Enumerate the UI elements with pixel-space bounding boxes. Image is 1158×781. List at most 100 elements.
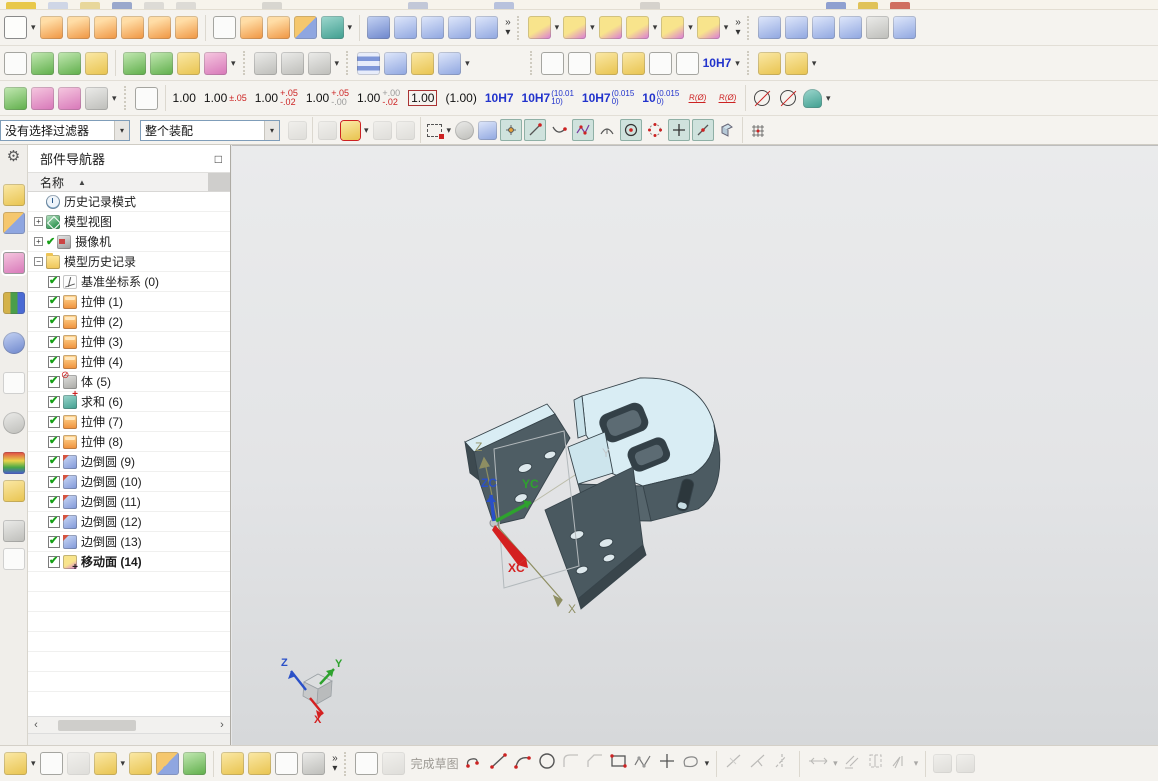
feature-checkbox[interactable]	[48, 354, 60, 368]
feature-checkbox[interactable]	[48, 314, 60, 328]
tree-item-edge-blend-12[interactable]: 边倒圆 (12)	[28, 512, 230, 532]
dimension-caret-icon[interactable]: ▾	[833, 758, 838, 769]
bounding-body-button[interactable]	[757, 51, 781, 75]
fit-curve-button[interactable]	[865, 16, 889, 39]
unite-button[interactable]	[367, 16, 391, 39]
tree-item-extrude-8[interactable]: 拉伸 (8)	[28, 432, 230, 452]
previous-selection-button[interactable]	[318, 120, 337, 140]
horizontal-scrollbar[interactable]: ‹ ›	[28, 716, 230, 733]
tree-item-cameras[interactable]: + ✔ 摄像机	[28, 232, 230, 252]
scope-dropdown-arrow-icon[interactable]: ▾	[264, 120, 279, 140]
revolve-button[interactable]	[66, 16, 90, 39]
view-sliver[interactable]	[408, 2, 428, 9]
part-navigator-tab[interactable]	[2, 252, 25, 274]
mirror-feature-button[interactable]	[293, 16, 317, 39]
find-component-caret-icon[interactable]: ▾	[31, 758, 36, 769]
rectangle-tool-icon[interactable]	[609, 752, 629, 775]
object-display-button[interactable]	[4, 51, 27, 75]
component-group-button[interactable]	[248, 752, 272, 775]
tree-item-extrude-3[interactable]: 拉伸 (3)	[28, 332, 230, 352]
tree-item-unite-6[interactable]: 求和 (6)	[28, 389, 230, 412]
new-file-sliver[interactable]	[48, 2, 68, 9]
spring-delete-button[interactable]	[438, 51, 462, 75]
alternate-solution-button[interactable]	[956, 754, 976, 773]
fit-10h7-button[interactable]: 10H7	[703, 56, 732, 70]
line-tool-icon[interactable]	[489, 752, 509, 775]
sketch-relations-icon[interactable]	[866, 752, 886, 775]
snap-grid-toggle[interactable]	[747, 119, 769, 141]
label-abc-button[interactable]	[204, 51, 227, 75]
save-sliver[interactable]	[112, 2, 132, 9]
hd3d-tools-tab[interactable]	[2, 332, 25, 354]
profile-tool-icon[interactable]	[465, 752, 485, 775]
filter-dropdown-arrow-icon[interactable]: ▾	[114, 120, 129, 140]
feature-checkbox[interactable]	[48, 454, 60, 468]
start-menu-sliver[interactable]	[6, 2, 36, 9]
quick-trim-icon[interactable]	[724, 752, 744, 775]
tree-item-history-mode[interactable]: 历史记录模式	[28, 192, 230, 212]
selection-scope-dropdown[interactable]: 整个装配 ▾	[140, 119, 280, 141]
boss-button[interactable]	[120, 16, 144, 39]
gear-icon[interactable]: ⚙	[7, 148, 20, 166]
dim-fit-limits[interactable]: 10H7 (10.01 10)	[522, 90, 574, 106]
dimension-arrow-button[interactable]	[675, 51, 699, 75]
adjust-blend-caret-icon[interactable]: ▾	[590, 22, 595, 33]
clip-section-button[interactable]	[280, 51, 304, 75]
make-corner-icon[interactable]	[772, 752, 792, 775]
ungroup-selection-button[interactable]	[288, 120, 307, 140]
feature-checkbox[interactable]	[48, 434, 60, 448]
assembly-navigator-tab[interactable]	[2, 184, 25, 206]
tree-item-extrude-4[interactable]: 拉伸 (4)	[28, 352, 230, 372]
enclosure-button[interactable]	[784, 51, 808, 75]
snap-point-on-face-toggle[interactable]	[716, 119, 738, 141]
arc-tool-icon[interactable]	[513, 752, 533, 775]
snap-point-toggle[interactable]	[500, 119, 523, 141]
snap-curve-toggle[interactable]	[548, 119, 570, 141]
extension-spring-button[interactable]	[384, 51, 408, 75]
tree-item-edge-blend-11[interactable]: 边倒圆 (11)	[28, 492, 230, 512]
feature-checkbox[interactable]	[48, 334, 60, 348]
chamfer-tool-icon[interactable]	[585, 752, 605, 775]
expand-icon[interactable]: +	[34, 217, 43, 226]
delete-face-button[interactable]	[598, 16, 622, 39]
tree-item-body-5[interactable]: 体 (5)	[28, 370, 230, 392]
highlight-caret-icon[interactable]: ▾	[364, 125, 369, 136]
layer-visible-button[interactable]	[58, 51, 81, 75]
toolbar-grip[interactable]	[346, 51, 350, 75]
through-curves-button[interactable]	[784, 16, 808, 39]
constraint-caret-icon[interactable]: ▾	[914, 758, 919, 769]
add-component-button[interactable]	[93, 752, 117, 775]
history-palette-tab[interactable]	[2, 412, 25, 434]
panel-float-button[interactable]: □	[215, 152, 222, 166]
constraint-normal-button[interactable]	[183, 752, 207, 775]
marquee-caret-icon[interactable]: ▾	[447, 125, 452, 136]
pattern-face-caret-icon[interactable]: ▾	[688, 22, 693, 33]
feature-checkbox[interactable]	[48, 294, 60, 308]
deviation-gauge-button[interactable]	[177, 51, 200, 75]
feature-checkbox[interactable]	[48, 274, 60, 288]
offset-curve-tool-icon[interactable]	[681, 752, 701, 775]
folder-holes-button[interactable]	[621, 51, 645, 75]
sketch-curve-caret-icon[interactable]: ▾	[705, 758, 710, 769]
toolbar-grip[interactable]	[746, 51, 751, 75]
pattern-geometry-button[interactable]	[266, 16, 290, 39]
hand-list-button[interactable]	[307, 51, 331, 75]
ruled-surface-button[interactable]	[757, 16, 781, 39]
window-sliver[interactable]	[494, 2, 514, 9]
check-mate-button[interactable]	[150, 51, 173, 75]
swept-surface-button[interactable]	[838, 16, 862, 39]
touch-sliver[interactable]	[890, 2, 910, 9]
collapse-icon[interactable]: −	[34, 257, 43, 266]
trim-body-button[interactable]	[394, 16, 418, 39]
dim-boxed[interactable]: 1.00	[408, 90, 438, 106]
find-component-button[interactable]	[4, 752, 27, 775]
diameter-symbol2-button[interactable]	[779, 90, 796, 106]
feature-checkbox[interactable]	[48, 534, 60, 548]
dim-plain[interactable]: 1.00	[173, 91, 196, 105]
scroll-left-icon[interactable]: ‹	[28, 719, 44, 731]
fit-caret-icon[interactable]: ▾	[735, 58, 740, 69]
view-orient-caret-icon[interactable]: ▾	[112, 93, 117, 104]
layer-settings-button[interactable]	[31, 51, 54, 75]
wave-link-button[interactable]	[275, 752, 299, 775]
examine-geometry-button[interactable]	[123, 51, 146, 75]
